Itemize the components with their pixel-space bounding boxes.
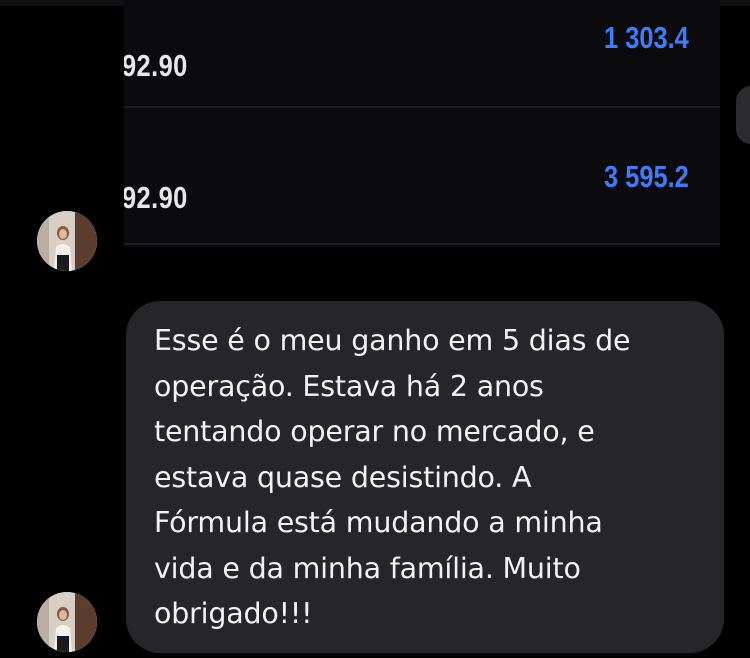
trade-profit: 3 595.2	[604, 159, 689, 194]
reaction-button-edge[interactable]	[736, 86, 750, 144]
avatar-photo-icon	[37, 211, 97, 271]
trade-row: 92.90 1 303.4	[124, 0, 720, 106]
avatar-photo-icon	[37, 592, 97, 652]
row-divider	[124, 243, 720, 245]
sender-avatar[interactable]	[37, 592, 97, 652]
trade-price: 92.90	[124, 48, 188, 83]
message-text: Esse é o meu ganho em 5 dias de operação…	[154, 324, 631, 630]
trade-price: 92.90	[124, 180, 188, 215]
trade-profit: 1 303.4	[604, 20, 689, 55]
trade-row: 92.90 3 595.2	[124, 108, 720, 244]
sender-avatar[interactable]	[37, 211, 97, 271]
shared-trade-screenshot[interactable]: 92.90 1 303.4 92.90 3 595.2	[124, 0, 720, 247]
